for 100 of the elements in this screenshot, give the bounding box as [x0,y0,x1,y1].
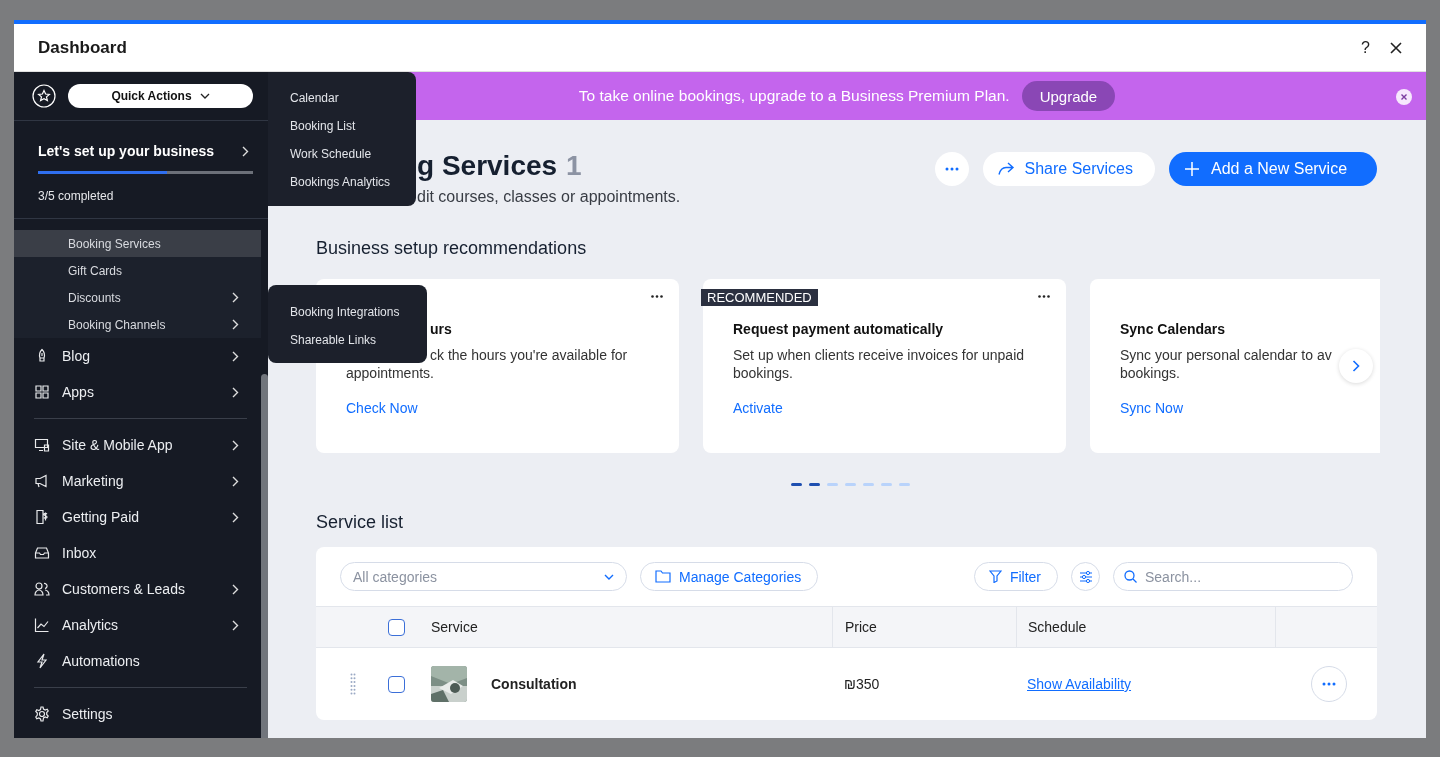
banner-text: To take online bookings, upgrade to a Business Premium Plan. [578,87,1010,105]
table-cell: Consultation [491,676,577,692]
menu-item[interactable]: Bookings Analytics [290,174,416,191]
section-title: Business setup recommendations [316,238,588,259]
card-description: Set up when clients receive invoices for unpaid bookings. [733,346,1025,382]
checkbox[interactable] [388,618,405,636]
submenu-item[interactable]: Gift Cards [14,257,261,284]
chevron-icon [232,619,239,631]
chevron-icon [232,511,239,523]
sliders-icon [1078,570,1093,583]
grid-icon [34,384,50,400]
monitor-icon [34,437,50,453]
card-title: urs [429,321,452,337]
menu-item[interactable]: Shareable Links [290,332,427,349]
card-action-link[interactable]: Sync Now [1120,400,1184,416]
chevron-icon [242,145,249,157]
dots-icon [944,167,959,171]
drag-handle-icon[interactable] [350,673,356,695]
sidebar-item[interactable]: Customers & Leads [14,571,261,607]
upgrade-button[interactable]: Upgrade [1021,81,1116,111]
invoice-icon [34,509,50,525]
submenu-item[interactable]: Booking Channels [14,311,261,338]
item-label: Marketing [62,473,125,489]
sidebar-item[interactable]: Getting Paid [14,499,261,535]
share-arrow-icon [996,162,1015,176]
sidebar-item[interactable]: Settings [14,696,261,732]
column-header[interactable]: Service [431,619,478,635]
chevron-icon [232,319,239,330]
item-label: Getting Paid [62,509,141,525]
sidebar-item[interactable]: Marketing [14,463,261,499]
menu-item[interactable]: Booking Integrations [290,304,427,321]
close-icon[interactable] [1390,41,1402,54]
sidebar-item[interactable]: Site & Mobile App [14,427,261,463]
card-action-link[interactable]: Activate [733,400,783,416]
close-icon[interactable] [1396,89,1412,105]
item-label: Site & Mobile App [62,437,174,453]
filter-button[interactable]: Filter [973,562,1058,591]
setup-title[interactable]: Let's set up your business [38,143,215,159]
more-icon[interactable] [1038,295,1050,298]
menu-item[interactable]: Booking List [290,118,416,135]
chevron-icon [232,292,239,303]
megaphone-icon [34,473,50,489]
chevron-icon [232,439,239,451]
more-icon[interactable] [651,295,663,298]
card-description: ck the hours you're available for appointments. [346,346,628,382]
sidebar-item[interactable]: Automations [14,643,261,679]
page-indicator[interactable] [791,483,802,486]
menu-item[interactable]: Calendar [290,90,416,107]
folder-icon [655,570,671,583]
card-action-link[interactable]: Check Now [346,400,418,416]
column-header[interactable]: Schedule [1028,619,1087,635]
quick-actions-button[interactable]: Quick Actions [68,84,253,108]
chevron-icon [1352,360,1360,372]
section-title: Service list [316,512,405,533]
item-label: Automations [62,653,141,669]
item-label: Apps [62,384,95,400]
caret-icon [199,93,210,99]
page-indicator[interactable] [809,483,820,486]
table-cell: ₪350 [844,676,880,692]
window-title: Dashboard [38,37,128,58]
service-count: 1 [566,150,582,182]
column-header[interactable]: Price [845,619,877,635]
item-label: Customers & Leads [62,581,186,597]
settings-button[interactable] [1071,562,1100,591]
checkbox[interactable] [388,675,405,693]
page-title: g Services [417,150,558,182]
show-availability-link[interactable]: Show Availability [1027,676,1132,692]
item-label: Settings [62,706,114,722]
chevron-icon [232,386,239,398]
sidebar-item[interactable]: Blog [14,338,261,374]
card-title: Sync Calendars [1120,321,1226,337]
chevron-icon [232,475,239,487]
chevron-icon [232,583,239,595]
search-icon [1124,570,1137,583]
settings-icon [34,706,50,722]
inbox-icon [34,545,50,561]
submenu-item[interactable]: Booking Services [14,230,261,257]
sidebar-item[interactable]: Inbox [14,535,261,571]
card-description: Sync your personal calendar to av bookings. [1120,346,1332,382]
progress-text: 3/5 completed [38,189,114,203]
card-title: Request payment automatically [733,321,944,337]
caret-icon [604,573,614,580]
sidebar-item[interactable]: Analytics [14,607,261,643]
scrollbar[interactable] [261,374,268,738]
item-label: Blog [62,348,92,364]
page-subtitle: dit courses, classes or appointments. [417,188,681,206]
help-button[interactable]: ? [1361,38,1370,57]
item-label: Inbox [62,545,98,561]
plus-icon [1185,162,1199,176]
lightning-icon [34,653,50,669]
share-services-button[interactable]: Share Services [982,152,1155,186]
sidebar-item[interactable]: Apps [14,374,261,410]
manage-categories-button[interactable]: Manage Categories [640,562,819,591]
submenu-item[interactable]: Discounts [14,284,261,311]
chart-icon [34,617,50,633]
chevron-icon [232,350,239,362]
dots-icon [1322,682,1336,686]
add-service-button[interactable]: Add a New Service [1169,152,1377,186]
menu-item[interactable]: Work Schedule [290,146,416,163]
recommended-badge: RECOMMENDED [701,289,818,306]
